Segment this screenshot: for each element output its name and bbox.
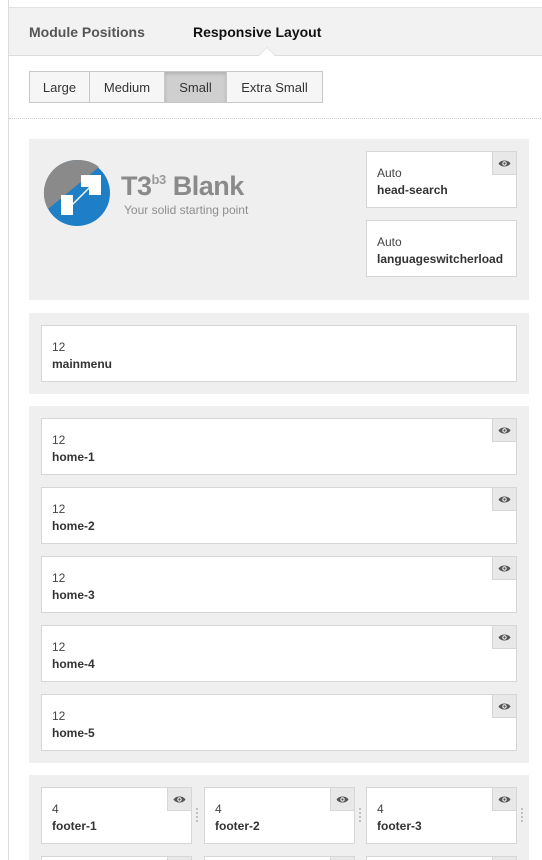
dotted-divider	[9, 118, 542, 119]
position-next-row-1[interactable]	[41, 856, 192, 860]
position-name: footer-2	[215, 819, 260, 833]
position-home-1[interactable]: 12 home-1	[41, 418, 517, 475]
visibility-toggle[interactable]	[492, 151, 517, 175]
logo-brand-main: T3	[121, 171, 152, 201]
position-width: 12	[52, 571, 66, 585]
position-mainmenu[interactable]: 12 mainmenu	[41, 325, 517, 382]
position-footer-2[interactable]: 4 footer-2	[204, 787, 355, 844]
active-tab-caret	[259, 48, 275, 56]
eye-icon	[498, 703, 511, 709]
visibility-toggle[interactable]	[167, 856, 192, 860]
grip-icon[interactable]	[358, 807, 362, 823]
tab-module-positions[interactable]: Module Positions	[29, 24, 145, 40]
home-section: 12 home-1 12 home-2 12 home-3 12 home-4 …	[29, 406, 529, 763]
visibility-toggle[interactable]	[492, 487, 517, 511]
position-home-5[interactable]: 12 home-5	[41, 694, 517, 751]
position-name: mainmenu	[52, 357, 113, 371]
position-next-row-2[interactable]	[204, 856, 355, 860]
position-home-3[interactable]: 12 home-3	[41, 556, 517, 613]
position-home-4[interactable]: 12 home-4	[41, 625, 517, 682]
position-width: 4	[377, 802, 384, 816]
logo: T3b3 Blank Your solid starting point	[43, 159, 273, 229]
device-small-button[interactable]: Small	[165, 71, 227, 103]
position-name: head-search	[377, 183, 448, 197]
position-name: home-2	[52, 519, 95, 533]
visibility-toggle[interactable]	[330, 787, 355, 811]
position-home-2[interactable]: 12 home-2	[41, 487, 517, 544]
position-width: 12	[52, 640, 66, 654]
device-medium-button[interactable]: Medium	[90, 71, 165, 103]
eye-icon	[498, 796, 511, 802]
device-extra-small-button[interactable]: Extra Small	[227, 71, 323, 103]
visibility-toggle[interactable]	[492, 787, 517, 811]
eye-icon	[173, 796, 186, 802]
logo-brand-word: Blank	[172, 171, 245, 201]
position-name: languageswitcherload	[377, 252, 504, 266]
position-name: home-4	[52, 657, 95, 671]
visibility-toggle[interactable]	[492, 625, 517, 649]
eye-icon	[498, 634, 511, 640]
position-width: Auto	[377, 235, 402, 249]
position-name: home-5	[52, 726, 95, 740]
visibility-toggle[interactable]	[167, 787, 192, 811]
visibility-toggle[interactable]	[492, 556, 517, 580]
position-name: footer-1	[52, 819, 97, 833]
top-border	[9, 0, 542, 8]
footer-section: 4 footer-1 4 footer-2 4 footer-3	[29, 775, 529, 860]
grip-icon[interactable]	[520, 807, 524, 823]
eye-icon	[498, 160, 511, 166]
position-width: 12	[52, 502, 66, 516]
eye-icon	[498, 496, 511, 502]
eye-icon	[336, 796, 349, 802]
position-name: home-3	[52, 588, 95, 602]
position-width: 4	[215, 802, 222, 816]
position-footer-1[interactable]: 4 footer-1	[41, 787, 192, 844]
tab-responsive-layout[interactable]: Responsive Layout	[193, 24, 321, 40]
position-width: Auto	[377, 166, 402, 180]
logo-brand-sup: b3	[151, 172, 167, 187]
tab-bar: Module Positions Responsive Layout	[9, 8, 542, 56]
eye-icon	[498, 565, 511, 571]
visibility-toggle[interactable]	[492, 694, 517, 718]
position-width: 4	[52, 802, 59, 816]
header-section: T3b3 Blank Your solid starting point Aut…	[29, 139, 529, 300]
position-next-row-3[interactable]	[366, 856, 517, 860]
position-width: 12	[52, 433, 66, 447]
grip-icon[interactable]	[195, 807, 199, 823]
logo-tagline: Your solid starting point	[124, 203, 249, 217]
device-large-button[interactable]: Large	[29, 71, 90, 103]
logo-wordmark: T3b3 Blank	[121, 171, 244, 202]
position-width: 12	[52, 709, 66, 723]
device-switcher: Large Medium Small Extra Small	[29, 71, 323, 103]
mainmenu-section: 12 mainmenu	[29, 313, 529, 394]
position-languageswitcherload[interactable]: Auto languageswitcherload	[366, 220, 517, 277]
layout-panel: Module Positions Responsive Layout Large…	[8, 0, 542, 860]
position-name: home-1	[52, 450, 95, 464]
t3-arrow-logo-icon	[43, 159, 110, 226]
eye-icon	[498, 427, 511, 433]
position-footer-3[interactable]: 4 footer-3	[366, 787, 517, 844]
position-head-search[interactable]: Auto head-search	[366, 151, 517, 208]
visibility-toggle[interactable]	[492, 856, 517, 860]
position-width: 12	[52, 340, 66, 354]
visibility-toggle[interactable]	[492, 418, 517, 442]
position-name: footer-3	[377, 819, 422, 833]
visibility-toggle[interactable]	[330, 856, 355, 860]
